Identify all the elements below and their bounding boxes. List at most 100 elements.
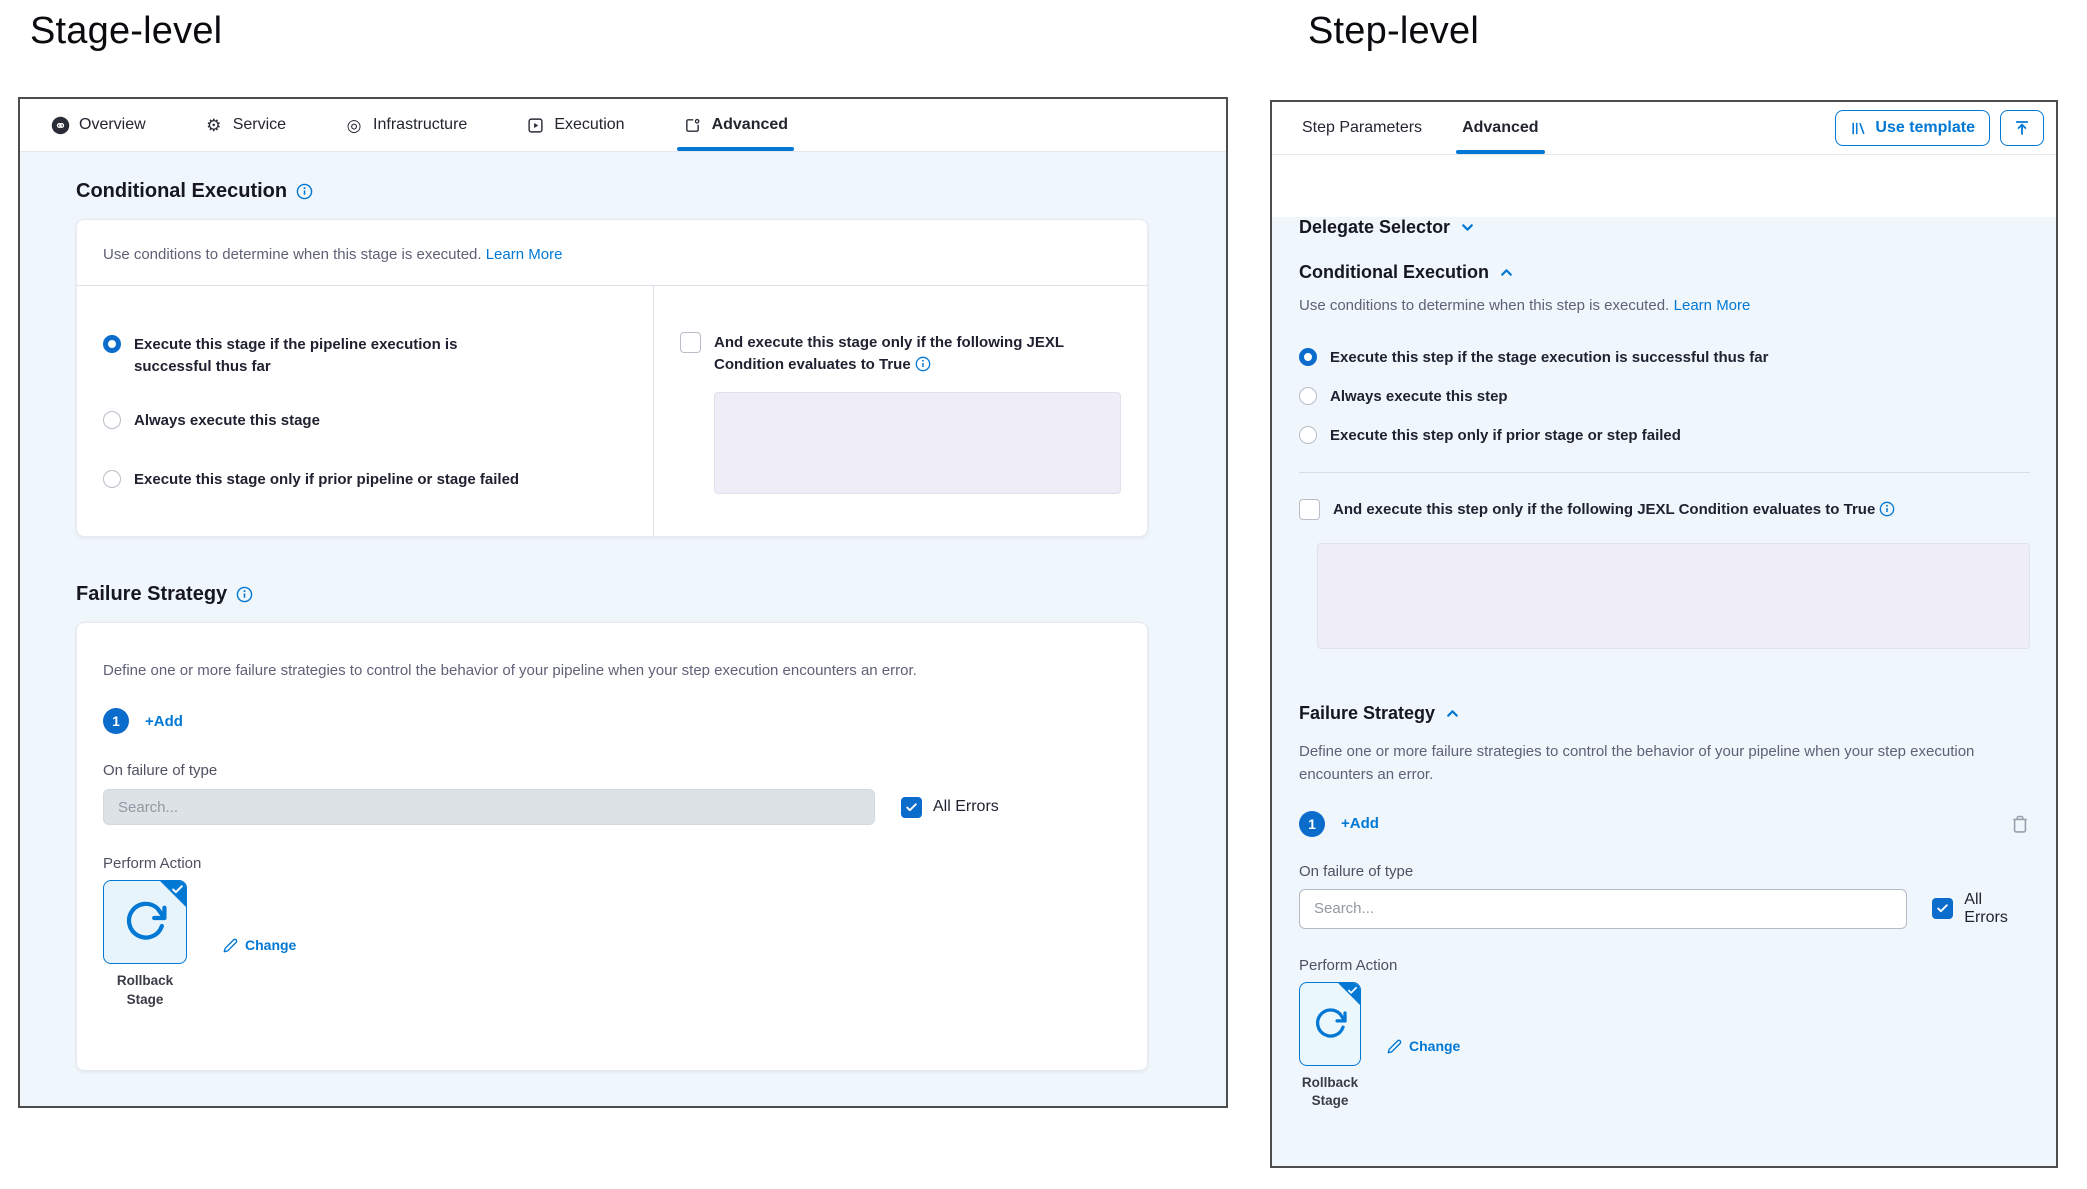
step-tabbar: Step Parameters Advanced Use template — [1272, 102, 2056, 155]
perform-action-block: Rollback Stage Change — [1299, 982, 2030, 1112]
jexl-label: And execute this stage only if the follo… — [714, 332, 1121, 376]
radio-option[interactable]: Always execute this step — [1299, 386, 2030, 408]
radio-unselected[interactable] — [1299, 387, 1317, 405]
jexl-checkbox[interactable] — [680, 332, 701, 353]
jexl-condition-input[interactable] — [1317, 543, 2030, 649]
radio-label: Execute this step only if prior stage or… — [1330, 425, 1681, 447]
all-errors-checkbox[interactable] — [901, 797, 922, 818]
jexl-condition-input[interactable] — [714, 392, 1121, 494]
add-strategy-button[interactable]: +Add — [145, 713, 183, 730]
tab-execution[interactable]: Execution — [525, 99, 624, 151]
radio-label: Execute this step if the stage execution… — [1330, 347, 1768, 369]
library-icon — [1850, 120, 1867, 137]
radio-option[interactable]: Execute this stage only if prior pipelin… — [103, 469, 627, 491]
conditional-execution-heading: Conditional Execution — [76, 180, 1148, 203]
tab-label: Execution — [554, 116, 624, 134]
perform-action-block: Rollback Stage Change — [103, 880, 1121, 1010]
chevron-up-icon[interactable] — [1498, 264, 1515, 281]
tab-advanced[interactable]: Advanced — [683, 99, 788, 151]
rollback-stage-tile[interactable] — [103, 880, 187, 964]
radio-option[interactable]: Execute this step if the stage execution… — [1299, 347, 2030, 369]
learn-more-link[interactable]: Learn More — [486, 246, 563, 263]
info-icon[interactable] — [236, 586, 253, 603]
step-level-title: Step-level — [1308, 10, 1479, 53]
tab-advanced[interactable]: Advanced — [1462, 102, 1538, 154]
radio-label: Always execute this step — [1330, 386, 1508, 408]
strategy-badge-row: 1 +Add — [103, 708, 1121, 734]
radio-option[interactable]: Execute this stage if the pipeline execu… — [103, 334, 627, 378]
pencil-icon — [1387, 1039, 1402, 1054]
section-title: Failure Strategy — [76, 583, 227, 606]
section-title: Conditional Execution — [1299, 262, 1489, 283]
use-template-label: Use template — [1875, 119, 1975, 137]
section-title: Conditional Execution — [76, 180, 287, 203]
change-action-link[interactable]: Change — [223, 937, 296, 953]
info-icon[interactable] — [296, 183, 313, 200]
rollback-stage-tile[interactable] — [1299, 982, 1361, 1066]
infrastructure-icon: ◎ — [344, 115, 364, 135]
use-template-button[interactable]: Use template — [1835, 110, 1990, 146]
conditional-execution-heading[interactable]: Conditional Execution — [1299, 262, 2030, 283]
delete-icon[interactable] — [2010, 814, 2030, 834]
stage-level-title: Stage-level — [30, 10, 222, 53]
execution-options: Execute this step if the stage execution… — [1299, 347, 2030, 446]
play-box-icon — [525, 115, 545, 135]
radio-unselected[interactable] — [103, 411, 121, 429]
conditional-execution-description: Use conditions to determine when this st… — [77, 220, 1147, 286]
rollback-icon — [1313, 1007, 1347, 1041]
info-icon[interactable] — [1879, 501, 1895, 517]
strategy-badge-row: 1 +Add — [1299, 811, 2030, 837]
strategy-count-badge[interactable]: 1 — [1299, 811, 1325, 837]
radio-selected[interactable] — [103, 335, 121, 353]
stage-tabbar: Overview ⚙ Service ◎ Infrastructure Exec… — [20, 99, 1226, 152]
tab-label: Advanced — [712, 116, 788, 134]
jexl-checkbox-row[interactable]: And execute this step only if the follow… — [1299, 499, 2030, 521]
check-icon — [1347, 985, 1358, 996]
gear-icon: ⚙ — [204, 115, 224, 135]
failure-type-search-input[interactable] — [103, 789, 875, 825]
failure-type-search-input[interactable] — [1299, 889, 1907, 929]
section-title: Failure Strategy — [1299, 703, 1435, 724]
chevron-up-icon[interactable] — [1444, 705, 1461, 722]
failure-strategy-heading: Failure Strategy — [76, 583, 1148, 606]
divider — [1299, 472, 2030, 473]
jexl-checkbox[interactable] — [1299, 499, 1320, 520]
failure-type-row: All Errors — [103, 789, 1121, 825]
failure-strategy-description: Define one or more failure strategies to… — [103, 659, 1121, 682]
tab-service[interactable]: ⚙ Service — [204, 99, 286, 151]
radio-option[interactable]: Always execute this stage — [103, 410, 627, 432]
upload-button[interactable] — [2000, 110, 2044, 146]
delegate-selector-heading[interactable]: Delegate Selector — [1299, 217, 2030, 238]
chevron-down-icon[interactable] — [1459, 219, 1476, 236]
all-errors-checkbox[interactable] — [1932, 898, 1953, 919]
pencil-icon — [223, 938, 238, 953]
advanced-icon — [683, 115, 703, 135]
strategy-count-badge[interactable]: 1 — [103, 708, 129, 734]
conditional-execution-description: Use conditions to determine when this st… — [1299, 297, 2030, 315]
stage-advanced-content: Conditional Execution Use conditions to … — [20, 152, 1226, 1107]
conditional-execution-card: Use conditions to determine when this st… — [76, 219, 1148, 537]
tab-label: Infrastructure — [373, 116, 467, 134]
learn-more-link[interactable]: Learn More — [1674, 297, 1751, 314]
change-action-link[interactable]: Change — [1387, 1038, 1460, 1054]
jexl-condition-block: And execute this stage only if the follo… — [653, 286, 1147, 536]
tab-infrastructure[interactable]: ◎ Infrastructure — [344, 99, 467, 151]
tab-overview[interactable]: Overview — [50, 99, 146, 151]
info-icon[interactable] — [915, 356, 931, 372]
rollback-stage-caption: Rollback Stage — [1302, 1074, 1358, 1112]
radio-selected[interactable] — [1299, 348, 1317, 366]
add-strategy-button[interactable]: +Add — [1341, 815, 1379, 832]
radio-option[interactable]: Execute this step only if prior stage or… — [1299, 425, 2030, 447]
check-icon — [171, 883, 184, 896]
on-failure-label: On failure of type — [103, 762, 1121, 779]
tab-label: Service — [233, 116, 286, 134]
tab-step-parameters[interactable]: Step Parameters — [1302, 102, 1422, 154]
jexl-checkbox-row[interactable]: And execute this stage only if the follo… — [680, 332, 1121, 376]
tab-label: Step Parameters — [1302, 119, 1422, 137]
jexl-label-text: And execute this step only if the follow… — [1333, 501, 1875, 518]
failure-strategy-heading[interactable]: Failure Strategy — [1299, 703, 2030, 724]
radio-unselected[interactable] — [1299, 426, 1317, 444]
radio-unselected[interactable] — [103, 470, 121, 488]
change-label: Change — [1409, 1038, 1460, 1054]
failure-strategy-description: Define one or more failure strategies to… — [1299, 740, 1979, 787]
